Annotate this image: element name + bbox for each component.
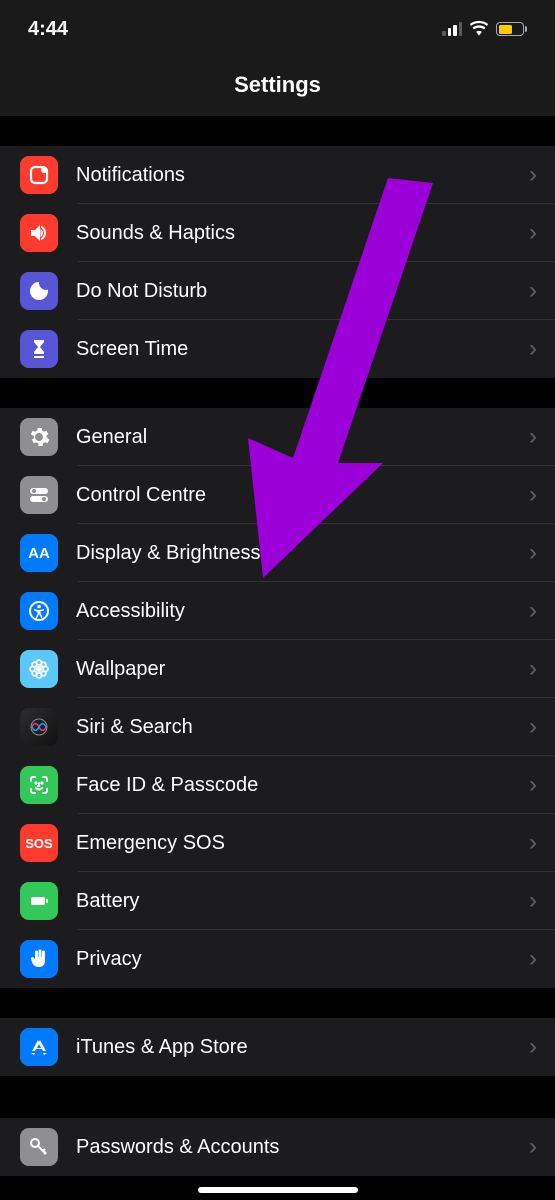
- row-label: Screen Time: [76, 338, 529, 361]
- row-label: Notifications: [76, 164, 529, 187]
- accessibility-icon: [20, 592, 58, 630]
- sos-icon: SOS: [20, 824, 58, 862]
- siri-icon: [20, 708, 58, 746]
- home-indicator[interactable]: [198, 1187, 358, 1193]
- wifi-icon: [469, 19, 489, 39]
- row-label: Do Not Disturb: [76, 280, 529, 303]
- appstore-icon: [20, 1028, 58, 1066]
- chevron-right-icon: ›: [529, 219, 537, 247]
- row-sounds[interactable]: Sounds & Haptics ›: [0, 204, 555, 262]
- sounds-icon: [20, 214, 58, 252]
- row-siri[interactable]: Siri & Search ›: [0, 698, 555, 756]
- row-battery[interactable]: Battery ›: [0, 872, 555, 930]
- text-size-icon: AA: [20, 534, 58, 572]
- row-sos[interactable]: SOS Emergency SOS ›: [0, 814, 555, 872]
- row-label: Display & Brightness: [76, 542, 529, 565]
- chevron-right-icon: ›: [529, 1133, 537, 1161]
- row-label: Accessibility: [76, 600, 529, 623]
- chevron-right-icon: ›: [529, 655, 537, 683]
- cellular-signal-icon: [442, 22, 462, 36]
- gear-icon: [20, 418, 58, 456]
- page-title: Settings: [234, 72, 321, 98]
- chevron-right-icon: ›: [529, 161, 537, 189]
- row-label: Emergency SOS: [76, 832, 529, 855]
- row-accessibility[interactable]: Accessibility ›: [0, 582, 555, 640]
- faceid-icon: [20, 766, 58, 804]
- row-label: Siri & Search: [76, 716, 529, 739]
- section-notifications: Notifications › Sounds & Haptics › Do No…: [0, 146, 555, 378]
- chevron-right-icon: ›: [529, 771, 537, 799]
- row-itunes[interactable]: iTunes & App Store ›: [0, 1018, 555, 1076]
- section-passwords: Passwords & Accounts ›: [0, 1118, 555, 1176]
- battery-icon: [496, 22, 527, 36]
- hand-icon: [20, 940, 58, 978]
- notifications-icon: [20, 156, 58, 194]
- chevron-right-icon: ›: [529, 539, 537, 567]
- row-dnd[interactable]: Do Not Disturb ›: [0, 262, 555, 320]
- status-bar: 4:44: [0, 0, 555, 54]
- row-label: iTunes & App Store: [76, 1036, 529, 1059]
- row-label: General: [76, 426, 529, 449]
- row-privacy[interactable]: Privacy ›: [0, 930, 555, 988]
- section-store: iTunes & App Store ›: [0, 1018, 555, 1076]
- row-label: Wallpaper: [76, 658, 529, 681]
- chevron-right-icon: ›: [529, 713, 537, 741]
- row-wallpaper[interactable]: Wallpaper ›: [0, 640, 555, 698]
- row-label: Privacy: [76, 948, 529, 971]
- moon-icon: [20, 272, 58, 310]
- toggles-icon: [20, 476, 58, 514]
- nav-header: Settings: [0, 54, 555, 116]
- row-passwords[interactable]: Passwords & Accounts ›: [0, 1118, 555, 1176]
- status-icons: [442, 19, 527, 39]
- row-display[interactable]: AA Display & Brightness ›: [0, 524, 555, 582]
- status-time: 4:44: [28, 18, 68, 41]
- chevron-right-icon: ›: [529, 597, 537, 625]
- row-screentime[interactable]: Screen Time ›: [0, 320, 555, 378]
- chevron-right-icon: ›: [529, 335, 537, 363]
- row-controlcentre[interactable]: Control Centre ›: [0, 466, 555, 524]
- row-faceid[interactable]: Face ID & Passcode ›: [0, 756, 555, 814]
- row-notifications[interactable]: Notifications ›: [0, 146, 555, 204]
- section-gap: [0, 116, 555, 146]
- section-general: General › Control Centre › AA Display & …: [0, 408, 555, 988]
- flower-icon: [20, 650, 58, 688]
- hourglass-icon: [20, 330, 58, 368]
- battery-icon: [20, 882, 58, 920]
- chevron-right-icon: ›: [529, 945, 537, 973]
- row-general[interactable]: General ›: [0, 408, 555, 466]
- chevron-right-icon: ›: [529, 423, 537, 451]
- key-icon: [20, 1128, 58, 1166]
- row-label: Control Centre: [76, 484, 529, 507]
- row-label: Battery: [76, 890, 529, 913]
- row-label: Sounds & Haptics: [76, 222, 529, 245]
- chevron-right-icon: ›: [529, 829, 537, 857]
- row-label: Face ID & Passcode: [76, 774, 529, 797]
- section-gap: [0, 988, 555, 1018]
- section-gap: [0, 378, 555, 408]
- row-label: Passwords & Accounts: [76, 1136, 529, 1159]
- section-gap: [0, 1076, 555, 1118]
- chevron-right-icon: ›: [529, 887, 537, 915]
- chevron-right-icon: ›: [529, 481, 537, 509]
- chevron-right-icon: ›: [529, 1033, 537, 1061]
- chevron-right-icon: ›: [529, 277, 537, 305]
